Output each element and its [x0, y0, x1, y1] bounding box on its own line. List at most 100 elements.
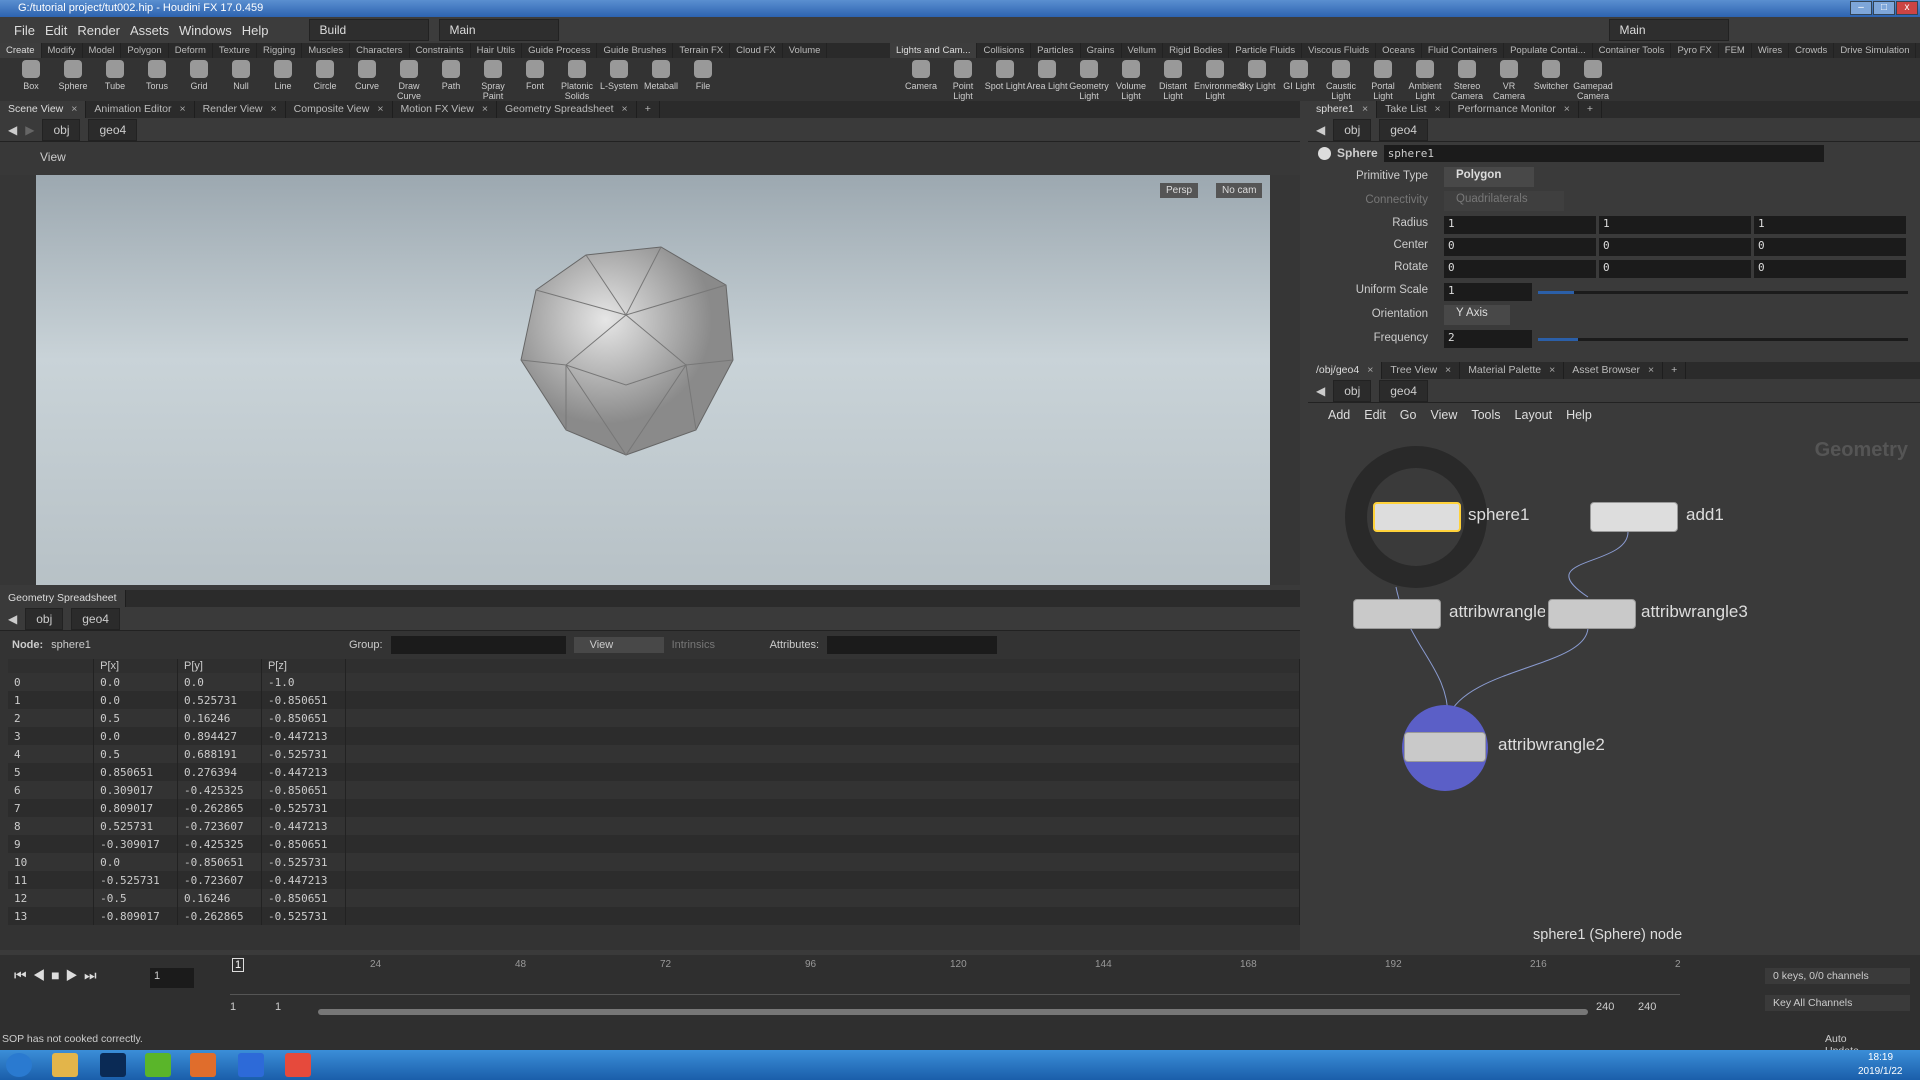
- path-geo[interactable]: geo4: [71, 607, 120, 630]
- node-attribwrangle1[interactable]: [1353, 599, 1441, 629]
- primitive-type-dropdown[interactable]: Polygon: [1444, 167, 1534, 187]
- app-red-icon[interactable]: [285, 1053, 311, 1077]
- path-geo[interactable]: geo4: [88, 118, 138, 141]
- view-dropdown[interactable]: View: [573, 637, 664, 653]
- shelf-tab-oceans[interactable]: Oceans: [1376, 43, 1422, 58]
- shelf-tab-grains[interactable]: Grains: [1081, 43, 1122, 58]
- shelf-tab-drive-simulation[interactable]: Drive Simulation: [1834, 43, 1917, 58]
- table-row[interactable]: 1 0.0 0.525731 -0.850651: [8, 691, 1301, 709]
- current-frame-field[interactable]: 1: [150, 968, 194, 988]
- close-icon[interactable]: ×: [1564, 103, 1570, 115]
- tool-metaball[interactable]: Metaball: [640, 58, 682, 101]
- tool-point-light[interactable]: Point Light: [942, 58, 984, 101]
- timeline-ruler[interactable]: 24 48 72 96 120 144 168 192 216 2: [230, 955, 1681, 995]
- tool-sphere[interactable]: Sphere: [52, 58, 94, 101]
- tool-vr-camera[interactable]: VR Camera: [1488, 58, 1530, 101]
- shelf-tab-hair-utils[interactable]: Hair Utils: [471, 43, 523, 58]
- column-header[interactable]: [8, 659, 95, 673]
- shelf-tab-modify[interactable]: Modify: [42, 43, 83, 58]
- menu-assets[interactable]: Assets: [130, 23, 169, 38]
- shelf-tab-wires[interactable]: Wires: [1752, 43, 1790, 58]
- range-end[interactable]: 240: [1638, 1001, 1656, 1013]
- forward-icon[interactable]: ▶: [25, 123, 34, 137]
- close-icon[interactable]: ×: [179, 103, 185, 115]
- tab--obj-geo4[interactable]: /obj/geo4 ×: [1308, 362, 1383, 379]
- shelf-tab-container-tools[interactable]: Container Tools: [1593, 43, 1672, 58]
- rotate-x[interactable]: 0: [1444, 260, 1596, 278]
- shelf-tab-model[interactable]: Model: [83, 43, 122, 58]
- rotate-y[interactable]: 0: [1599, 260, 1751, 278]
- node-name-field[interactable]: sphere1: [1383, 144, 1824, 162]
- tool-gi-light[interactable]: GI Light: [1278, 58, 1320, 101]
- tool-null[interactable]: Null: [220, 58, 262, 101]
- shelf-tab-muscles[interactable]: Muscles: [302, 43, 351, 58]
- tab-render-view[interactable]: Render View ×: [195, 101, 286, 118]
- center-y[interactable]: 0: [1599, 238, 1751, 256]
- table-row[interactable]: 4 0.5 0.688191 -0.525731: [8, 745, 1301, 763]
- frequency-field[interactable]: 2: [1444, 330, 1532, 348]
- key-all-channels-button[interactable]: Key All Channels: [1765, 995, 1910, 1011]
- attributes-input[interactable]: [827, 636, 998, 654]
- minimize-button[interactable]: –: [1850, 1, 1872, 15]
- tool-distant-light[interactable]: Distant Light: [1152, 58, 1194, 101]
- uniform-scale-field[interactable]: 1: [1444, 283, 1532, 301]
- close-icon[interactable]: ×: [1362, 103, 1368, 115]
- path-obj[interactable]: obj: [42, 118, 81, 141]
- tab-material-palette[interactable]: Material Palette ×: [1460, 362, 1565, 379]
- tool-circle[interactable]: Circle: [304, 58, 346, 101]
- range-start[interactable]: 1: [230, 1001, 236, 1013]
- close-icon[interactable]: ×: [377, 103, 383, 115]
- tab-composite-view[interactable]: Composite View ×: [286, 101, 393, 118]
- desktop-dropdown[interactable]: Build: [308, 19, 429, 41]
- photoshop-icon[interactable]: [100, 1053, 126, 1077]
- shelf-tab-pyro-fx[interactable]: Pyro FX: [1671, 43, 1719, 58]
- tab-animation-editor[interactable]: Animation Editor ×: [86, 101, 195, 118]
- center-x[interactable]: 0: [1444, 238, 1596, 256]
- uniform-scale-slider[interactable]: [1538, 291, 1908, 294]
- houdini-icon[interactable]: [190, 1053, 216, 1077]
- tab-scene-view[interactable]: Scene View ×: [0, 101, 87, 118]
- menu-render[interactable]: Render: [77, 23, 120, 38]
- tool-camera[interactable]: Camera: [900, 58, 942, 101]
- shelf-tab-create[interactable]: Create: [0, 43, 42, 58]
- shelf-tab-volume[interactable]: Volume: [783, 43, 828, 58]
- column-header[interactable]: P[y]: [177, 659, 262, 673]
- table-row[interactable]: 3 0.0 0.894427 -0.447213: [8, 727, 1301, 745]
- back-icon[interactable]: ◀: [8, 612, 17, 626]
- menu-windows[interactable]: Windows: [179, 23, 232, 38]
- path-obj[interactable]: obj: [1333, 118, 1372, 141]
- shelf-tab-guide-brushes[interactable]: Guide Brushes: [597, 43, 674, 58]
- close-icon[interactable]: ×: [271, 103, 277, 115]
- tool-switcher[interactable]: Switcher: [1530, 58, 1572, 101]
- tool-path[interactable]: Path: [430, 58, 472, 101]
- tool-spot-light[interactable]: Spot Light: [984, 58, 1026, 101]
- table-row[interactable]: 5 0.850651 0.276394 -0.447213: [8, 763, 1301, 781]
- back-icon[interactable]: ◀: [1316, 123, 1325, 137]
- path-geo[interactable]: geo4: [1379, 379, 1428, 402]
- tool-curve[interactable]: Curve: [346, 58, 388, 101]
- app-w-icon[interactable]: [238, 1053, 264, 1077]
- tool-l-system[interactable]: L-System: [598, 58, 640, 101]
- node-attribwrangle3[interactable]: [1548, 599, 1636, 629]
- network-menu-help[interactable]: Help: [1566, 408, 1592, 422]
- network-menu-edit[interactable]: Edit: [1364, 408, 1386, 422]
- table-row[interactable]: 6 0.309017 -0.425325 -0.850651: [8, 781, 1301, 799]
- path-obj[interactable]: obj: [1333, 379, 1372, 402]
- tool-font[interactable]: Font: [514, 58, 556, 101]
- back-icon[interactable]: ◀: [1316, 384, 1325, 398]
- tool-geometry-light[interactable]: Geometry Light: [1068, 58, 1110, 101]
- node-sphere1[interactable]: [1373, 502, 1461, 532]
- table-row[interactable]: 12 -0.5 0.16246 -0.850651: [8, 889, 1301, 907]
- shelf-tab-cloud-fx[interactable]: Cloud FX: [730, 43, 783, 58]
- close-icon[interactable]: ×: [622, 103, 628, 115]
- close-icon[interactable]: ×: [1435, 103, 1441, 115]
- shelf-tab-collisions[interactable]: Collisions: [977, 43, 1032, 58]
- tool-line[interactable]: Line: [262, 58, 304, 101]
- node-add1[interactable]: [1590, 502, 1678, 532]
- column-header[interactable]: P[z]: [261, 659, 346, 673]
- menu-file[interactable]: File: [14, 23, 35, 38]
- orientation-dropdown[interactable]: Y Axis: [1444, 305, 1510, 325]
- close-icon[interactable]: ×: [1445, 364, 1451, 376]
- menu-help[interactable]: Help: [242, 23, 269, 38]
- tool-spray-paint[interactable]: Spray Paint: [472, 58, 514, 101]
